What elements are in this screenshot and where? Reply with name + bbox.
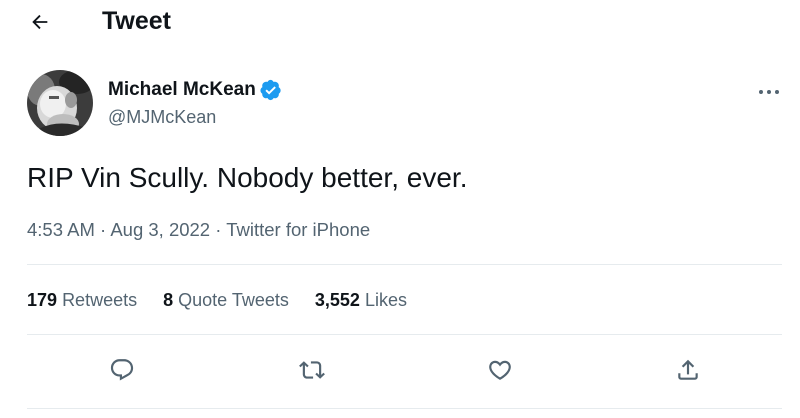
likes-label: Likes <box>364 290 407 310</box>
share-button[interactable] <box>668 350 708 390</box>
tweet-header: Tweet <box>0 0 800 44</box>
display-name: Michael McKean <box>108 79 256 100</box>
divider <box>27 264 782 265</box>
tweet-author: Michael McKean @MJMcKean <box>0 70 800 140</box>
author-name-link[interactable]: Michael McKean <box>108 78 282 102</box>
retweets-label: Retweets <box>62 290 138 310</box>
likes-stat[interactable]: 3,552 Likes <box>315 288 407 312</box>
quote-tweets-label: Quote Tweets <box>178 290 289 310</box>
arrow-left-icon <box>32 14 48 30</box>
divider <box>27 334 782 335</box>
tweet-metadata: 4:53 AM · Aug 3, 2022 · Twitter for iPho… <box>27 218 370 242</box>
reply-button[interactable] <box>102 350 142 390</box>
reply-icon <box>110 359 134 381</box>
tweet-stats: 179 Retweets 8 Quote Tweets 3,552 Likes <box>27 288 433 312</box>
retweets-stat[interactable]: 179 Retweets <box>27 288 137 312</box>
more-options-button[interactable] <box>752 80 786 104</box>
tweet-text: RIP Vin Scully. Nobody better, ever. <box>27 162 468 193</box>
more-horizontal-icon <box>759 90 779 94</box>
quote-tweets-stat[interactable]: 8 Quote Tweets <box>163 288 289 312</box>
verified-badge-icon <box>260 79 282 101</box>
avatar[interactable] <box>27 70 93 136</box>
tweet-actions <box>0 350 800 390</box>
heart-icon <box>489 360 511 380</box>
likes-count: 3,552 <box>314 290 360 310</box>
back-button[interactable] <box>22 6 58 38</box>
divider <box>27 408 782 409</box>
retweet-icon <box>299 361 325 379</box>
tweet-source[interactable]: Twitter for iPhone <box>226 219 370 240</box>
author-handle[interactable]: @MJMcKean <box>108 105 216 129</box>
meta-separator: · <box>210 219 227 240</box>
share-icon <box>678 359 698 380</box>
retweet-button[interactable] <box>292 350 332 390</box>
tweet-date[interactable]: Aug 3, 2022 <box>110 219 210 240</box>
retweets-count: 179 <box>27 290 58 310</box>
like-button[interactable] <box>480 350 520 390</box>
quote-tweets-count: 8 <box>163 290 174 310</box>
tweet-time[interactable]: 4:53 AM <box>27 219 95 240</box>
meta-separator: · <box>94 219 111 240</box>
page-title: Tweet <box>102 7 171 35</box>
